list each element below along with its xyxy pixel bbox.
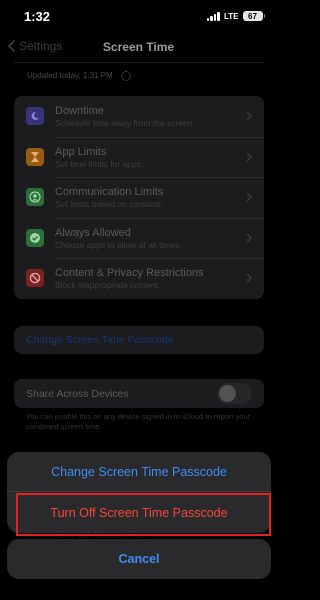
checkmark-icon (26, 228, 44, 247)
change-passcode-button[interactable]: Change Screen Time Passcode (7, 452, 271, 492)
row-title: Content & Privacy Restrictions (55, 267, 204, 280)
screen-time-options: Downtime Schedule time away from the scr… (14, 96, 264, 299)
chevron-right-icon (246, 152, 252, 162)
row-always-allowed[interactable]: Always Allowed Choose apps to allow at a… (14, 217, 264, 259)
chevron-right-icon (246, 192, 252, 202)
share-toggle[interactable] (217, 383, 252, 404)
updated-text: Updated today, 1:31 PM (27, 71, 113, 80)
signal-icon (206, 11, 220, 21)
navigation-bar: Settings Screen Time (0, 34, 277, 62)
change-passcode-link[interactable]: Change Screen Time Passcode (14, 326, 264, 354)
network-label: LTE (223, 11, 239, 21)
contact-icon (26, 188, 44, 207)
row-title: Downtime (55, 104, 104, 117)
row-subtitle: Schedule time away from the screen. (55, 117, 195, 128)
chevron-right-icon (246, 111, 252, 121)
row-subtitle: Choose apps to allow at all times. (55, 239, 182, 250)
loading-spinner-icon (120, 70, 131, 81)
status-indicators: LTE 67 (206, 11, 265, 21)
page-title: Screen Time (102, 40, 175, 54)
turn-off-passcode-button[interactable]: Turn Off Screen Time Passcode (7, 492, 271, 533)
moon-icon (26, 107, 44, 126)
hourglass-icon (26, 147, 44, 166)
row-downtime[interactable]: Downtime Schedule time away from the scr… (14, 96, 264, 137)
cancel-button[interactable]: Cancel (7, 539, 271, 579)
status-time: 1:32 (24, 9, 51, 24)
row-title: Communication Limits (55, 186, 164, 199)
row-title: App Limits (55, 145, 107, 158)
row-subtitle: Set limits based on contacts. (55, 199, 164, 210)
chevron-right-icon (246, 273, 252, 283)
share-footnote: You can enable this on any device signed… (26, 412, 251, 431)
row-subtitle: Block inappropriate content. (55, 280, 161, 291)
no-entry-icon (26, 269, 44, 288)
row-communication-limits[interactable]: Communication Limits Set limits based on… (14, 177, 264, 218)
action-sheet: Change Screen Time Passcode Turn Off Scr… (7, 452, 271, 533)
battery-icon: 67 (242, 11, 265, 21)
row-app-limits[interactable]: App Limits Set time limits for apps. (14, 136, 264, 178)
row-title: Always Allowed (55, 226, 131, 239)
row-content-privacy[interactable]: Content & Privacy Restrictions Block ina… (14, 258, 264, 299)
status-bar: 1:32 LTE 67 (0, 0, 277, 34)
battery-level: 67 (242, 11, 263, 21)
share-across-devices-row: Share Across Devices (14, 379, 264, 408)
row-subtitle: Set time limits for apps. (55, 158, 144, 169)
share-label: Share Across Devices (26, 387, 129, 400)
updated-status: Updated today, 1:31 PM (14, 62, 264, 88)
chevron-right-icon (246, 233, 252, 243)
toggle-knob (219, 385, 236, 402)
